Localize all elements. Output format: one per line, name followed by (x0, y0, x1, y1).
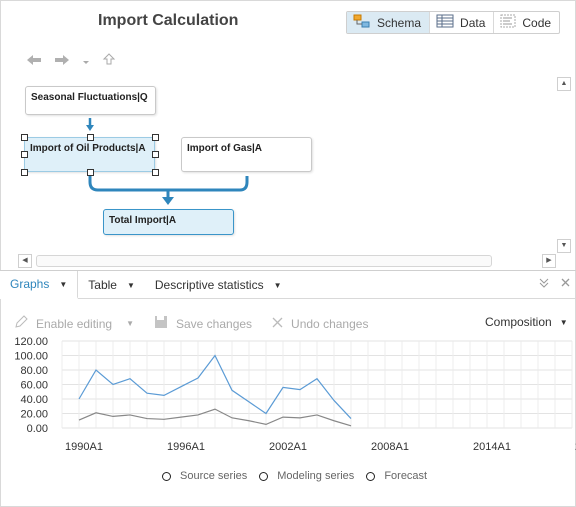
table-icon (436, 14, 454, 31)
scroll-up-icon[interactable]: ▲ (557, 77, 571, 91)
schema-button[interactable]: Schema (347, 12, 431, 33)
y-tick-label: 60.00 (20, 380, 48, 392)
legend-label: Forecast (384, 470, 428, 482)
resize-handle[interactable] (21, 134, 28, 141)
legend-label: Source series (180, 470, 248, 482)
x-tick-label: 2002A1 (269, 441, 307, 453)
composition-dropdown[interactable]: Composition ▼ (485, 315, 568, 329)
legend-label: Modeling series (277, 470, 355, 482)
legend-marker (162, 471, 171, 481)
scroll-down-icon[interactable]: ▼ (557, 239, 571, 253)
resize-handle[interactable] (21, 151, 28, 158)
edit-toolbar: Enable editing ▼ Save changes Undo chang… (14, 315, 388, 332)
panel-controls (539, 278, 570, 291)
legend-entry[interactable]: Source series (162, 470, 247, 482)
resize-handle[interactable] (21, 169, 28, 176)
chevron-down-icon: ▼ (559, 317, 568, 327)
legend-entry[interactable]: Modeling series (259, 470, 354, 482)
node-total-import[interactable]: Total Import|A (103, 209, 234, 235)
save-changes-label: Save changes (175, 316, 253, 331)
scroll-thumb[interactable] (36, 255, 492, 267)
data-button[interactable]: Data (430, 12, 495, 33)
schema-icon (353, 14, 371, 31)
y-tick-label: 120.00 (14, 336, 48, 348)
arrow-left-icon[interactable] (26, 53, 42, 71)
chevron-down-icon[interactable] (82, 53, 90, 71)
resize-handle[interactable] (87, 134, 94, 141)
chart-legend: Source series Modeling series Forecast (162, 470, 439, 482)
save-icon (154, 315, 168, 332)
legend-marker (366, 471, 376, 481)
enable-editing-button[interactable]: Enable editing ▼ (14, 315, 134, 332)
close-icon[interactable] (561, 278, 570, 291)
tab-descriptive-statistics[interactable]: Descriptive statistics ▼ (145, 271, 292, 299)
undo-changes-label: Undo changes (291, 316, 369, 331)
close-icon (272, 317, 283, 331)
schema-diagram: Seasonal Fluctuations|Q Import of Oil Pr… (0, 70, 556, 255)
node-import-oil-products[interactable]: Import of Oil Products|A (24, 137, 155, 172)
tab-label: Descriptive statistics (154, 278, 264, 292)
data-label: Data (460, 15, 486, 30)
x-tick-label: 2014A1 (473, 441, 511, 453)
bottom-tabs: Graphs ▼ Table ▼ Descriptive statistics … (0, 271, 576, 299)
y-tick-label: 0.00 (27, 423, 48, 435)
code-button[interactable]: Code (494, 12, 559, 33)
x-tick-label: 2008A1 (371, 441, 409, 453)
enable-editing-label: Enable editing (36, 316, 113, 331)
vertical-scrollbar[interactable]: ▲ ▼ (557, 77, 571, 253)
y-tick-label: 20.00 (20, 409, 48, 421)
node-label: Import of Gas|A (187, 143, 263, 154)
export-icon[interactable] (102, 52, 116, 71)
chevron-down-icon[interactable]: ▼ (127, 281, 135, 290)
tab-graphs[interactable]: Graphs ▼ (0, 271, 79, 299)
node-seasonal-fluctuations[interactable]: Seasonal Fluctuations|Q (25, 86, 156, 115)
save-changes-button[interactable]: Save changes (154, 315, 252, 332)
y-tick-label: 80.00 (20, 365, 48, 377)
node-label: Seasonal Fluctuations|Q (31, 92, 148, 103)
schema-label: Schema (377, 15, 422, 30)
navigation-toolbar (26, 52, 128, 71)
line-chart: 120.00 100.00 80.00 60.00 40.00 20.00 0.00 1990… (0, 335, 576, 465)
resize-handle[interactable] (152, 151, 159, 158)
x-tick-label: 1990A1 (65, 441, 103, 453)
legend-marker (259, 471, 269, 481)
chevron-down-icon[interactable]: ▼ (59, 280, 67, 289)
node-import-gas[interactable]: Import of Gas|A (181, 137, 312, 172)
x-tick-label: 1996A1 (167, 441, 205, 453)
view-switch: Schema Data Code (346, 11, 561, 34)
code-icon (500, 14, 516, 31)
horizontal-scrollbar[interactable]: ◀ ▶ (18, 254, 556, 268)
scroll-left-icon[interactable]: ◀ (18, 254, 32, 268)
chart-svg: 120.00 100.00 80.00 60.00 40.00 20.00 0.00 1990… (14, 336, 576, 453)
chevron-down-icon[interactable]: ▼ (274, 281, 282, 290)
y-tick-label: 40.00 (20, 394, 48, 406)
legend-entry[interactable]: Forecast (366, 470, 427, 482)
resize-handle[interactable] (87, 169, 94, 176)
node-label: Import of Oil Products|A (30, 143, 146, 154)
tab-table[interactable]: Table ▼ (78, 271, 145, 299)
page-title: Import Calculation (98, 12, 239, 29)
tab-label: Table (88, 278, 117, 292)
undo-changes-button[interactable]: Undo changes (272, 317, 368, 331)
code-label: Code (522, 15, 552, 30)
node-label: Total Import|A (109, 215, 177, 226)
chevron-down-icon[interactable]: ▼ (126, 319, 134, 328)
resize-handle[interactable] (152, 169, 159, 176)
scroll-right-icon[interactable]: ▶ (542, 254, 556, 268)
composition-label: Composition (485, 315, 552, 329)
tab-label: Graphs (10, 277, 50, 291)
resize-handle[interactable] (152, 134, 159, 141)
pencil-icon (14, 315, 28, 332)
arrow-right-icon[interactable] (54, 53, 70, 71)
y-tick-label: 100.00 (14, 351, 48, 363)
collapse-icon[interactable] (539, 278, 549, 291)
